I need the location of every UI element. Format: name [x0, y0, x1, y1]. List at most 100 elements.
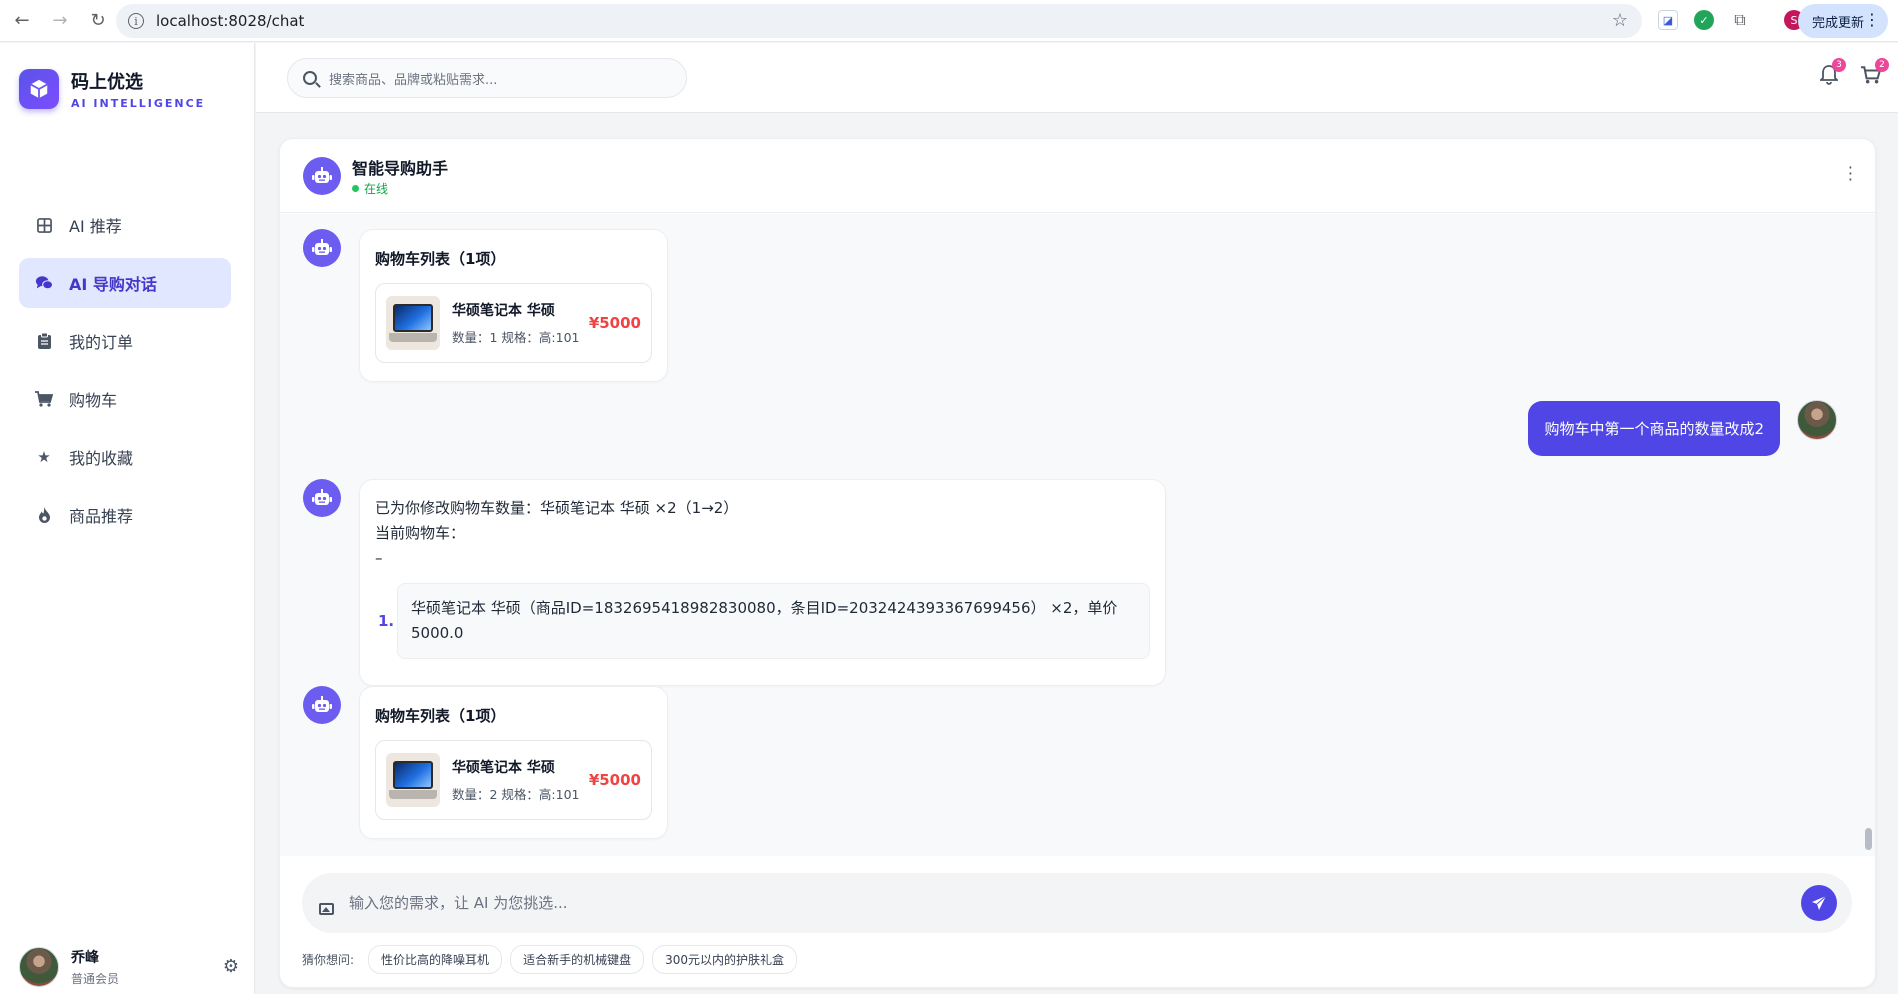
bot-message: 购物车列表（1项） 华硕笔记本 华硕 数量：2 规格：高:101 ¥5000	[303, 686, 668, 839]
user-bubble: 购物车中第一个商品的数量改成2	[1528, 401, 1780, 456]
sidebar-item-orders[interactable]: 我的订单	[19, 316, 231, 366]
browser-toolbar: ← → ↻ i localhost:8028/chat ☆ ◪ ✓ ⧉ S 完成…	[0, 0, 1898, 42]
puzzle-icon[interactable]: ⧉	[1730, 10, 1750, 30]
user-name: 乔峰	[71, 950, 99, 966]
search-placeholder: 搜索商品、品牌或粘贴需求...	[329, 72, 498, 88]
send-icon	[1812, 895, 1827, 910]
cart-item[interactable]: 华硕笔记本 华硕 数量：1 规格：高:101 ¥5000	[375, 283, 652, 363]
scrollbar[interactable]	[1865, 828, 1872, 850]
robot-icon	[303, 229, 341, 267]
suggestion-chip[interactable]: 性价比高的降噪耳机	[368, 945, 503, 974]
list-item: 1. 华硕笔记本 华硕（商品ID=1832695418982830080，条目I…	[375, 583, 1150, 659]
browser-nav: ← → ↻	[0, 10, 110, 31]
reload-icon[interactable]: ↻	[88, 10, 108, 31]
box-logo-icon	[19, 69, 59, 109]
sidebar-item-favorites[interactable]: ★ 我的收藏	[19, 432, 231, 482]
send-button[interactable]	[1801, 885, 1837, 921]
image-upload-icon[interactable]	[319, 903, 334, 915]
extension-check-icon[interactable]: ✓	[1694, 10, 1714, 30]
url-text: localhost:8028/chat	[156, 12, 305, 30]
online-status: 在线	[352, 180, 388, 197]
search-input[interactable]: 搜索商品、品牌或粘贴需求...	[287, 58, 687, 98]
cart-title: 购物车列表（1项）	[375, 250, 506, 268]
bell-icon[interactable]: 3	[1818, 58, 1846, 90]
reply-line: –	[375, 549, 383, 567]
user-profile[interactable]: 乔峰 普通会员 ⚙	[19, 944, 239, 990]
product-meta: 数量：1 规格：高:101	[452, 330, 580, 345]
cart-badge: 2	[1875, 58, 1889, 72]
notification-badge: 3	[1832, 58, 1846, 72]
sidebar-item-label: 购物车	[69, 391, 118, 410]
sidebar-item-label: AI 推荐	[69, 217, 122, 236]
suggestions: 猜你想问: 性价比高的降噪耳机 适合新手的机械键盘 300元以内的护肤礼盒	[302, 945, 805, 974]
cart-card: 购物车列表（1项） 华硕笔记本 华硕 数量：1 规格：高:101 ¥5000	[359, 229, 668, 382]
robot-icon	[303, 157, 341, 195]
sidebar-item-ai-chat[interactable]: AI 导购对话	[19, 258, 231, 308]
clipboard-icon	[35, 332, 53, 350]
product-name: 华硕笔记本 华硕	[452, 760, 555, 776]
chat-icon	[35, 274, 53, 292]
update-label: 完成更新	[1811, 15, 1864, 31]
sidebar-item-recommend[interactable]: 商品推荐	[19, 490, 231, 540]
site-info-icon[interactable]: i	[128, 13, 144, 29]
text-reply: 已为你修改购物车数量：华硕笔记本 华硕 ×2（1→2） 当前购物车： – 1. …	[359, 479, 1166, 686]
update-button[interactable]: 完成更新 ⋮	[1797, 4, 1888, 38]
sidebar-item-cart[interactable]: 购物车	[19, 374, 231, 424]
message-list[interactable]: 购物车列表（1项） 华硕笔记本 华硕 数量：1 规格：高:101 ¥5000 购…	[280, 214, 1875, 856]
bookmark-star-icon[interactable]: ☆	[1612, 10, 1628, 31]
brand-title: 码上优选	[71, 72, 143, 93]
suggestion-chip[interactable]: 适合新手的机械键盘	[510, 945, 645, 974]
laptop-thumbnail	[386, 753, 440, 807]
product-price: ¥5000	[588, 314, 641, 332]
user-role: 普通会员	[71, 972, 120, 986]
reply-line: 当前购物车：	[375, 524, 466, 542]
star-icon: ★	[37, 448, 51, 466]
list-number: 1.	[378, 611, 395, 630]
sidebar-item-label: 我的收藏	[69, 449, 134, 468]
header-cart-icon[interactable]: 2	[1861, 58, 1889, 89]
fire-icon	[35, 506, 53, 524]
reply-line: 已为你修改购物车数量：华硕笔记本 华硕 ×2（1→2）	[375, 499, 739, 517]
product-price: ¥5000	[588, 771, 641, 789]
sidebar: 码上优选 AI INTELLIGENCE AI 推荐 AI 导购对话 我的订单	[0, 43, 255, 994]
chat-panel: 智能导购助手 在线 · · · 购物车列表（1项） 华硕笔记本 华硕 数量：1 规格…	[279, 138, 1876, 988]
back-arrow-icon[interactable]: ←	[12, 10, 32, 31]
brand[interactable]: 码上优选 AI INTELLIGENCE	[19, 68, 205, 110]
sidebar-item-ai-recommend[interactable]: AI 推荐	[19, 200, 231, 250]
forward-arrow-icon[interactable]: →	[50, 10, 70, 31]
top-header: 搜索商品、品牌或粘贴需求... 3 2	[256, 43, 1898, 113]
extension-icon[interactable]: ◪	[1658, 10, 1678, 30]
sidebar-item-label: 我的订单	[69, 333, 134, 352]
more-options-icon[interactable]: · · ·	[1848, 160, 1853, 188]
sidebar-item-label: 商品推荐	[69, 507, 134, 526]
assistant-name: 智能导购助手	[352, 159, 449, 178]
robot-icon	[303, 479, 341, 517]
cart-icon	[35, 390, 53, 408]
product-meta: 数量：2 规格：高:101	[452, 787, 580, 802]
suggest-label: 猜你想问:	[302, 953, 355, 967]
product-name: 华硕笔记本 华硕	[452, 303, 555, 319]
composer	[302, 873, 1852, 933]
sidebar-menu: AI 推荐 AI 导购对话 我的订单 购物车 ★ 我的收藏 商品推荐	[19, 200, 231, 548]
bot-message: 已为你修改购物车数量：华硕笔记本 华硕 ×2（1→2） 当前购物车： – 1. …	[303, 479, 1166, 686]
cart-card: 购物车列表（1项） 华硕笔记本 华硕 数量：2 规格：高:101 ¥5000	[359, 686, 668, 839]
user-message: 购物车中第一个商品的数量改成2	[1528, 400, 1837, 456]
list-item-text: 华硕笔记本 华硕（商品ID=1832695418982830080，条目ID=2…	[396, 583, 1150, 659]
address-bar[interactable]: i localhost:8028/chat ☆	[116, 4, 1642, 38]
gear-icon[interactable]: ⚙	[223, 956, 239, 977]
laptop-thumbnail	[386, 296, 440, 350]
more-vert-icon: ⋮	[1864, 10, 1880, 29]
chat-header: 智能导购助手 在线 · · ·	[280, 139, 1875, 213]
suggestion-chip[interactable]: 300元以内的护肤礼盒	[652, 945, 797, 974]
robot-icon	[303, 686, 341, 724]
grid-icon	[35, 216, 53, 234]
cart-title: 购物车列表（1项）	[375, 707, 506, 725]
cart-item[interactable]: 华硕笔记本 华硕 数量：2 规格：高:101 ¥5000	[375, 740, 652, 820]
brand-subtitle: AI INTELLIGENCE	[71, 97, 206, 110]
sidebar-item-label: AI 导购对话	[69, 275, 157, 294]
avatar	[1797, 400, 1837, 440]
avatar	[19, 947, 59, 987]
profile-initial: S	[1790, 13, 1798, 27]
search-icon	[303, 71, 317, 85]
chat-input[interactable]	[349, 873, 1749, 933]
